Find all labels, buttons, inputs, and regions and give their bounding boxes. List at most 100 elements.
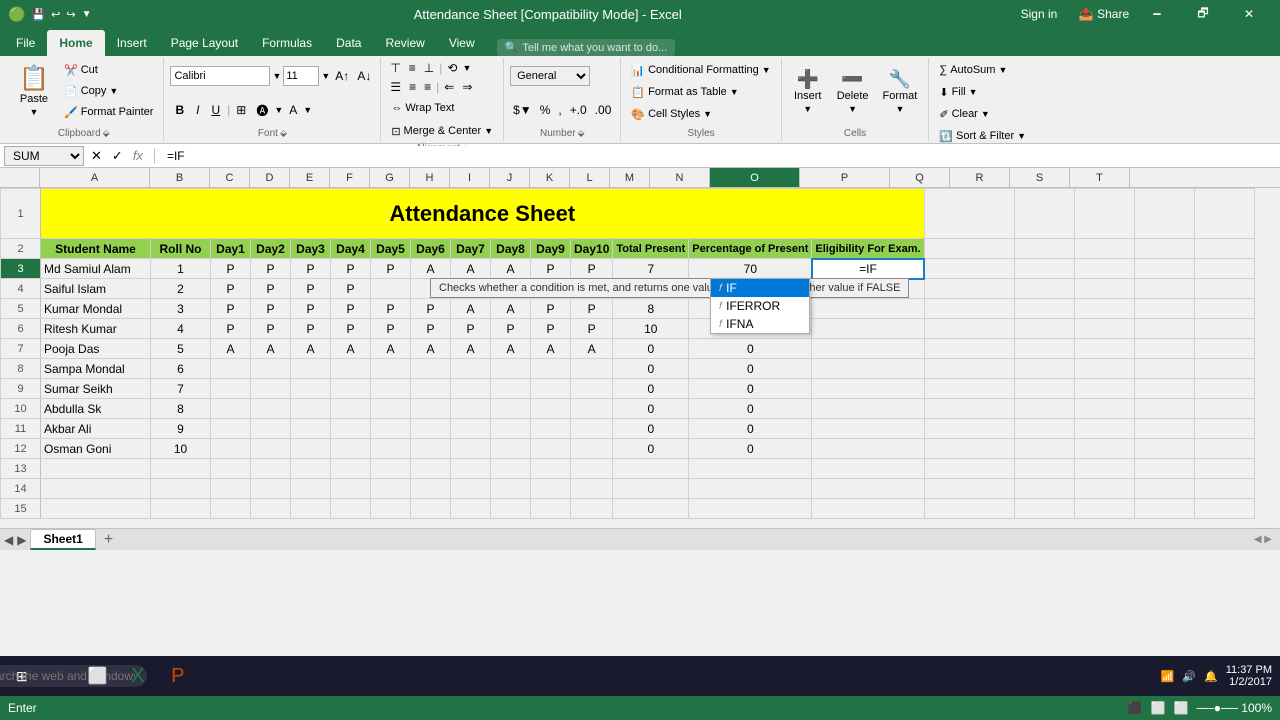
restore-btn[interactable]: 🗗 — [1180, 0, 1226, 28]
add-sheet-btn[interactable]: + — [100, 531, 117, 549]
cell-day1-11[interactable] — [211, 419, 251, 439]
cell-day5-5[interactable]: P — [371, 299, 411, 319]
cell-day9-12[interactable] — [531, 439, 571, 459]
cell-day6-11[interactable] — [411, 419, 451, 439]
cell-day10-3[interactable]: P — [571, 259, 613, 279]
cell-pct-8[interactable]: 0 — [689, 359, 812, 379]
cell-day4-9[interactable] — [331, 379, 371, 399]
cell-elig-8[interactable] — [812, 359, 924, 379]
cell-day3-10[interactable] — [291, 399, 331, 419]
redo-icon[interactable]: ↪ — [66, 8, 75, 21]
cell-day2-11[interactable] — [251, 419, 291, 439]
cell-day10-4[interactable] — [571, 279, 613, 299]
cell-day7-8[interactable] — [451, 359, 491, 379]
cell-day3-3[interactable]: P — [291, 259, 331, 279]
cell-elig-9[interactable] — [812, 379, 924, 399]
cell-elig-12[interactable] — [812, 439, 924, 459]
cell-day5-6[interactable]: P — [371, 319, 411, 339]
cell-total-5[interactable]: 8 — [613, 299, 689, 319]
row-num-5[interactable]: 5 — [1, 299, 41, 319]
header-percentage[interactable]: Percentage of Present — [689, 239, 812, 259]
cell-day9-11[interactable] — [531, 419, 571, 439]
cell-day8-7[interactable]: A — [491, 339, 531, 359]
cell-day10-11[interactable] — [571, 419, 613, 439]
cell-day9-10[interactable] — [531, 399, 571, 419]
header-student-name[interactable]: Student Name — [41, 239, 151, 259]
header-day6[interactable]: Day6 — [411, 239, 451, 259]
fill-button[interactable]: ⬇ Fill ▼ — [935, 82, 981, 102]
cell-day2-9[interactable] — [251, 379, 291, 399]
border-button[interactable]: ⊞ — [232, 102, 250, 118]
tab-data[interactable]: Data — [324, 30, 373, 56]
cell-total-6[interactable]: 10 — [613, 319, 689, 339]
cell-day1-7[interactable]: A — [211, 339, 251, 359]
row-num-8[interactable]: 8 — [1, 359, 41, 379]
cell-day4-3[interactable]: P — [331, 259, 371, 279]
cell-name-7[interactable]: Pooja Das — [41, 339, 151, 359]
cell-roll-10[interactable]: 8 — [151, 399, 211, 419]
fill-color-button[interactable]: 🅐 — [252, 101, 272, 120]
cell-total-4[interactable]: 0 — [613, 279, 689, 299]
cell-day3-7[interactable]: A — [291, 339, 331, 359]
cell-day3-12[interactable] — [291, 439, 331, 459]
cell-name-4[interactable]: Saiful Islam — [41, 279, 151, 299]
font-name-input[interactable] — [170, 66, 270, 86]
cell-day9-7[interactable]: A — [531, 339, 571, 359]
row-num-7[interactable]: 7 — [1, 339, 41, 359]
autocomplete-item-IFNA[interactable]: 𝑓IFNA — [711, 315, 809, 333]
cell-day4-10[interactable] — [331, 399, 371, 419]
header-day5[interactable]: Day5 — [371, 239, 411, 259]
cell-elig-6[interactable] — [812, 319, 924, 339]
cell-day2-8[interactable] — [251, 359, 291, 379]
cell-day2-10[interactable] — [251, 399, 291, 419]
cell-day5-7[interactable]: A — [371, 339, 411, 359]
save-icon[interactable]: 💾 — [31, 8, 45, 21]
zoom-control[interactable]: ──●── 100% — [1197, 701, 1272, 715]
clear-button[interactable]: ✐ Clear ▼ — [935, 104, 993, 124]
cell-day1-3[interactable]: P — [211, 259, 251, 279]
cell-name-9[interactable]: Sumar Seikh — [41, 379, 151, 399]
cell-day2-6[interactable]: P — [251, 319, 291, 339]
col-header-b[interactable]: B — [150, 168, 210, 187]
col-header-n[interactable]: N — [650, 168, 710, 187]
dec-inc-btn[interactable]: +.0 — [567, 102, 590, 118]
format-as-table-button[interactable]: 📋 Format as Table ▼ — [627, 82, 742, 102]
col-header-i[interactable]: I — [450, 168, 490, 187]
cell-elig-11[interactable] — [812, 419, 924, 439]
row-num-3[interactable]: 3 — [1, 259, 41, 279]
customize-icon[interactable]: ▼ — [82, 9, 92, 20]
powerpoint-taskbar-btn[interactable]: P — [160, 658, 196, 694]
cell-day5-10[interactable] — [371, 399, 411, 419]
undo-icon[interactable]: ↩ — [51, 8, 60, 21]
cell-day2-4[interactable]: P — [251, 279, 291, 299]
cell-day4-7[interactable]: A — [331, 339, 371, 359]
cell-day1-6[interactable]: P — [211, 319, 251, 339]
cell-day8-5[interactable]: A — [491, 299, 531, 319]
insert-function-btn[interactable]: fx — [130, 148, 146, 163]
col-header-o[interactable]: O — [710, 168, 800, 187]
cell-day5-12[interactable] — [371, 439, 411, 459]
cell-day2-12[interactable] — [251, 439, 291, 459]
cell-styles-button[interactable]: 🎨 Cell Styles ▼ — [627, 104, 716, 124]
cell-name-6[interactable]: Ritesh Kumar — [41, 319, 151, 339]
underline-button[interactable]: U — [206, 101, 225, 119]
cell-day3-4[interactable]: P — [291, 279, 331, 299]
cell-total-8[interactable]: 0 — [613, 359, 689, 379]
currency-btn[interactable]: $▼ — [510, 102, 535, 118]
left-align-btn[interactable]: ☰ — [387, 79, 404, 95]
center-align-btn[interactable]: ≡ — [406, 79, 419, 95]
cell-day8-6[interactable]: P — [491, 319, 531, 339]
col-header-d[interactable]: D — [250, 168, 290, 187]
tab-home[interactable]: Home — [47, 30, 104, 56]
dec-dec-btn[interactable]: .00 — [592, 102, 615, 118]
sheet-view-normal[interactable]: ⬛ — [1128, 701, 1143, 715]
cell-day2-5[interactable]: P — [251, 299, 291, 319]
cell-roll-5[interactable]: 3 — [151, 299, 211, 319]
cell-total-10[interactable]: 0 — [613, 399, 689, 419]
col-header-h[interactable]: H — [410, 168, 450, 187]
insert-button[interactable]: ➕ Insert ▼ — [788, 60, 828, 124]
cell-name-5[interactable]: Kumar Mondal — [41, 299, 151, 319]
cell-day1-5[interactable]: P — [211, 299, 251, 319]
cell-roll-4[interactable]: 2 — [151, 279, 211, 299]
cell-day1-12[interactable] — [211, 439, 251, 459]
